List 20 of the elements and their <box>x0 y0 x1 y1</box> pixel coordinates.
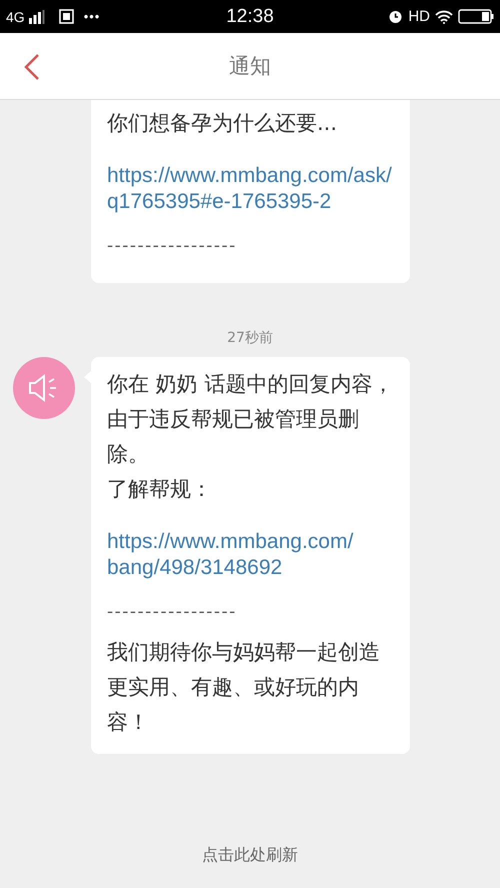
more-notifications: ••• <box>84 9 100 24</box>
clock: 12:38 <box>226 6 274 28</box>
message-text: 你在 奶奶 话题中的回复内容，由于违反帮规已被管理员删除。 <box>107 371 394 468</box>
wifi-icon <box>435 10 454 24</box>
message-text: 了解帮规： <box>107 476 213 503</box>
signal-icon <box>28 10 45 24</box>
refresh-link[interactable]: 点击此处刷新 <box>202 845 298 866</box>
message-link[interactable]: https://www.mmbang.com/bang/498/3148692 <box>107 529 394 581</box>
back-button[interactable] <box>22 53 42 81</box>
dashed-separator-text: ----------------- <box>107 601 238 624</box>
message-text: 你们想备孕为什么还要... <box>107 110 338 137</box>
hd-indicator: HD <box>408 8 430 25</box>
alarm-icon <box>388 9 404 24</box>
dashed-separator-text: ----------------- <box>107 235 238 258</box>
network-type: 4G <box>6 8 25 24</box>
message-time: 27秒前 <box>227 329 273 347</box>
battery-icon <box>458 9 494 24</box>
page-title: 通知 <box>229 53 271 80</box>
message-link[interactable]: https://www.mmbang.com/ask/q1765395#e-1765395-2 <box>107 163 394 215</box>
message-text: 我们期待你与妈妈帮一起创造更实用、有趣、或好玩的内容！ <box>107 639 381 736</box>
